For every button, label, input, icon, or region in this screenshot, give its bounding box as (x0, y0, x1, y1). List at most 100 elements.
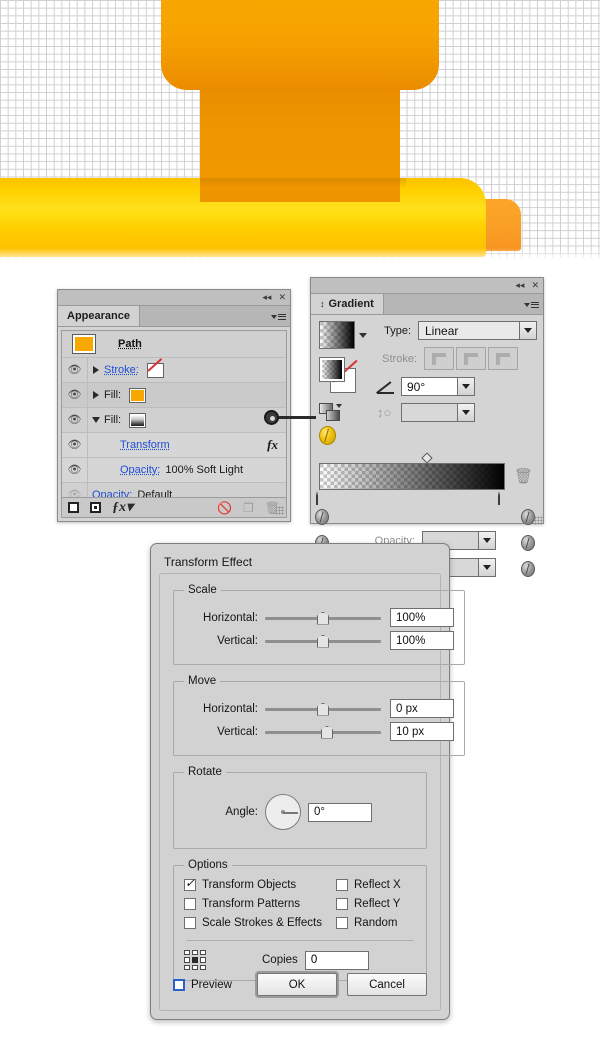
transform-patterns-label: Transform Patterns (202, 898, 300, 910)
fill-color-swatch[interactable] (129, 387, 147, 403)
gradient-fill-swatch[interactable] (129, 412, 147, 428)
appearance-row-transform[interactable]: 👁 Transform fx (62, 433, 286, 458)
gradient-stop-end[interactable] (498, 491, 509, 507)
appearance-row-fill-solid[interactable]: 👁 Fill: (62, 383, 286, 408)
gradient-annotator-highlight-icon[interactable] (319, 426, 336, 445)
chevron-down-icon[interactable] (88, 417, 104, 423)
reflect-x-checkbox[interactable]: Reflect X (336, 879, 401, 891)
scale-vertical-label: Vertical: (217, 634, 258, 647)
appearance-row-label[interactable]: Stroke: (104, 364, 139, 376)
tab-gradient[interactable]: ↕ Gradient (311, 294, 384, 314)
stroke-along-icon[interactable] (456, 347, 486, 370)
chevron-down-icon[interactable] (457, 378, 474, 395)
move-horizontal-input[interactable]: 0 px (390, 699, 454, 718)
rotate-angle-input[interactable]: 0° (308, 802, 372, 822)
visibility-eye-icon[interactable]: 👁 (62, 383, 88, 407)
move-vertical-input[interactable]: 10 px (390, 722, 454, 741)
checkbox-icon[interactable] (336, 879, 348, 891)
move-horizontal-slider[interactable] (265, 702, 381, 716)
transform-patterns-checkbox[interactable]: Transform Patterns (184, 898, 336, 910)
double-left-chevron-icon[interactable]: ◂◂ (262, 293, 271, 302)
panel-menu-icon[interactable] (524, 299, 539, 310)
reflect-y-checkbox[interactable]: Reflect Y (336, 898, 401, 910)
transform-effect-link[interactable]: Transform (100, 439, 170, 451)
rotate-angle-dial[interactable] (265, 794, 301, 830)
appearance-row-fill-gradient[interactable]: 👁 Fill: (62, 408, 286, 433)
close-icon[interactable]: ✕ (278, 293, 286, 302)
fill-gradient-swatch[interactable] (319, 357, 345, 382)
visibility-eye-icon[interactable]: 👁 (62, 458, 88, 482)
resize-grip[interactable] (534, 516, 543, 525)
preview-checkbox[interactable]: Preview (173, 978, 232, 991)
stop-extra-handle-right[interactable] (521, 561, 535, 577)
scale-vertical-slider[interactable] (265, 634, 381, 648)
chevron-right-icon[interactable] (88, 391, 104, 399)
close-icon[interactable]: ✕ (531, 281, 539, 290)
panel-menu-icon[interactable] (271, 311, 286, 322)
checkbox-icon[interactable] (336, 898, 348, 910)
tab-appearance[interactable]: Appearance (58, 306, 140, 326)
add-new-stroke-icon[interactable] (68, 502, 79, 513)
chevron-right-icon[interactable] (88, 366, 104, 374)
stroke-within-icon[interactable] (424, 347, 454, 370)
opacity-link[interactable]: Opacity: (100, 464, 160, 476)
gradient-angle-input[interactable]: 90° (401, 377, 475, 396)
visibility-eye-icon[interactable]: 👁 (62, 433, 88, 457)
gradient-slider-bar[interactable] (316, 463, 505, 505)
clear-appearance-icon[interactable]: 🚫 (217, 502, 232, 514)
fx-icon[interactable]: fx (267, 437, 278, 453)
copies-input[interactable]: 0 (304, 950, 369, 970)
appearance-row-stroke[interactable]: 👁 Stroke: (62, 358, 286, 383)
random-checkbox[interactable]: Random (336, 917, 401, 929)
checkbox-icon[interactable] (184, 898, 196, 910)
gradient-link-handle[interactable] (264, 410, 279, 425)
chevron-down-icon[interactable] (478, 532, 495, 549)
move-horizontal-row: Horizontal: 0 px (184, 699, 454, 718)
visibility-eye-icon[interactable]: 👁 (62, 358, 88, 382)
move-vertical-label: Vertical: (217, 725, 258, 738)
checkbox-icon[interactable] (184, 877, 196, 891)
add-new-fill-icon[interactable] (90, 502, 101, 513)
gradient-stop-start[interactable] (316, 491, 327, 507)
delete-stop-icon[interactable]: 🗑 (514, 467, 533, 485)
gradient-preview-swatch[interactable] (319, 321, 355, 349)
chevron-down-icon[interactable] (519, 322, 536, 339)
resize-grip[interactable] (275, 506, 284, 515)
stop-location-handle-right[interactable] (521, 535, 535, 551)
chevron-down-icon[interactable] (478, 559, 495, 576)
gradient-aspect-input[interactable] (401, 403, 475, 422)
chevron-down-icon[interactable] (457, 404, 474, 421)
ok-button[interactable]: OK (257, 973, 337, 996)
stop-opacity-handle-left[interactable] (315, 509, 329, 525)
appearance-row-path[interactable]: Path (62, 331, 286, 358)
duplicate-item-icon[interactable]: ❐ (243, 502, 254, 514)
tab-appearance-label: Appearance (67, 310, 130, 322)
double-left-chevron-icon[interactable]: ◂◂ (515, 281, 524, 290)
checkbox-icon[interactable] (173, 978, 185, 991)
gradient-type-select[interactable]: Linear (418, 321, 537, 340)
gradient-swatch-presets[interactable] (319, 403, 349, 421)
scale-horizontal-input[interactable]: 100% (390, 608, 454, 627)
transform-objects-checkbox[interactable]: Transform Objects (184, 877, 336, 891)
gradient-midpoint-marker[interactable] (421, 452, 433, 464)
rotate-group: Rotate Angle: 0° (173, 766, 427, 849)
stroke-across-icon[interactable] (488, 347, 518, 370)
visibility-eye-icon[interactable]: 👁 (62, 408, 88, 432)
cancel-button[interactable]: Cancel (347, 973, 427, 996)
checkbox-icon[interactable] (184, 917, 196, 929)
appearance-row-opacity-blend[interactable]: 👁 Opacity: 100% Soft Light (62, 458, 286, 483)
scale-horizontal-slider[interactable] (265, 611, 381, 625)
move-vertical-slider[interactable] (265, 725, 381, 739)
scale-vertical-input[interactable]: 100% (390, 631, 454, 650)
appearance-row-label[interactable]: Fill: (104, 389, 121, 401)
checkbox-icon[interactable] (336, 917, 348, 929)
scale-strokes-checkbox[interactable]: Scale Strokes & Effects (184, 917, 336, 929)
fill-stroke-indicator[interactable] (319, 357, 361, 393)
reference-point-grid-icon[interactable] (184, 950, 206, 970)
stop-opacity-handle-right[interactable] (521, 509, 535, 525)
chevron-down-icon[interactable] (359, 332, 367, 338)
path-color-swatch[interactable] (72, 334, 96, 354)
appearance-row-label[interactable]: Fill: (104, 414, 121, 426)
add-effect-fx-icon[interactable]: ƒx▾ (112, 500, 133, 515)
stroke-color-swatch[interactable] (146, 362, 164, 378)
